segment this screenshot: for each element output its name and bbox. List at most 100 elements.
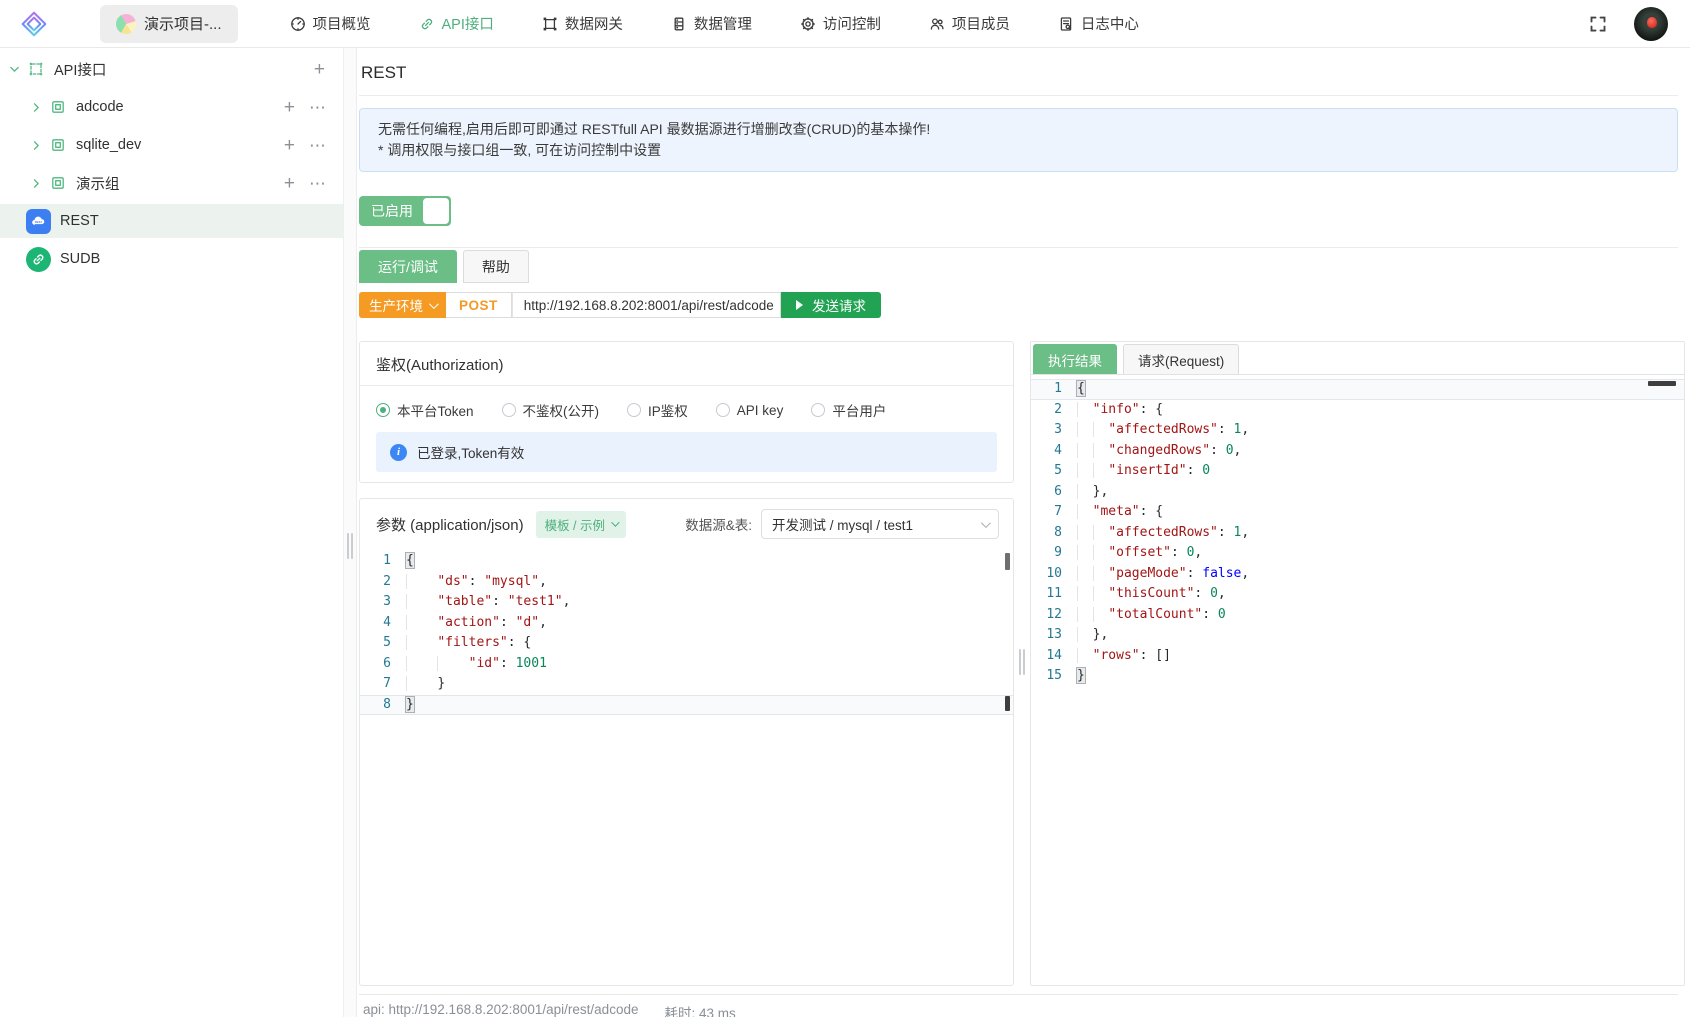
- auth-radio-不鉴权(公开)[interactable]: 不鉴权(公开): [501, 400, 599, 420]
- line-number: 3: [383, 594, 391, 609]
- sidebar-group-sqlite_dev[interactable]: sqlite_dev + ⋯: [0, 128, 343, 162]
- sidebar-group-演示组[interactable]: 演示组 + ⋯: [0, 166, 343, 200]
- request-bar: 生产环境 POST http://192.168.8.202:8001/api/…: [359, 292, 881, 318]
- sidebar-item-api-root[interactable]: API接口 +: [0, 52, 343, 86]
- code-line[interactable]: 10 "pageMode": false,: [1031, 564, 1684, 585]
- sidebar-group-label: 演示组: [76, 176, 120, 193]
- line-number: 1: [1054, 381, 1062, 396]
- page-title: REST: [359, 48, 1678, 96]
- info-icon: i: [390, 443, 407, 461]
- editor-scrollbar-thumb[interactable]: [1648, 381, 1676, 386]
- code-line[interactable]: 8 "affectedRows": 1,: [1031, 523, 1684, 544]
- chevron-down-icon: [428, 298, 439, 309]
- nav-item-项目成员[interactable]: 项目成员: [905, 0, 1034, 48]
- add-icon[interactable]: +: [280, 136, 299, 155]
- add-icon[interactable]: +: [280, 174, 299, 193]
- code-line[interactable]: 7 }: [360, 674, 1013, 695]
- enabled-toggle[interactable]: 已启用: [359, 196, 451, 226]
- code-line[interactable]: 3 "table": "test1",: [360, 592, 1013, 613]
- request-body-editor[interactable]: 1{2 "ds": "mysql", 3 "table": "test1", 4 "…: [360, 551, 1013, 715]
- code-line[interactable]: 6 "id": 1001: [360, 654, 1013, 675]
- more-icon[interactable]: ⋯: [307, 175, 329, 192]
- environment-select-button[interactable]: 生产环境: [359, 292, 446, 318]
- chevron-right-icon: [30, 139, 43, 152]
- auth-radio-本平台Token[interactable]: 本平台Token: [376, 400, 474, 420]
- result-tab-请求(Request)[interactable]: 请求(Request): [1123, 344, 1240, 374]
- members-icon: [929, 16, 945, 32]
- nav-item-日志中心[interactable]: 日志中心: [1034, 0, 1163, 48]
- code-line[interactable]: 15}: [1031, 666, 1684, 687]
- line-number: 2: [1054, 401, 1062, 417]
- radio-icon: [501, 403, 516, 417]
- add-icon[interactable]: +: [310, 60, 329, 79]
- template-example-label: 模板 / 示例: [544, 518, 605, 533]
- auth-radio-label: API key: [736, 402, 784, 418]
- add-icon[interactable]: +: [280, 98, 299, 117]
- status-elapsed: 耗时: 43 ms: [664, 1006, 736, 1017]
- datasource-select[interactable]: 开发测试 / mysql / test1: [761, 509, 999, 539]
- workspace: 鉴权(Authorization) 本平台Token 不鉴权(公开) IP鉴权 API…: [359, 341, 1685, 986]
- chevron-down-icon: [8, 63, 21, 76]
- code-line[interactable]: 4 "changedRows": 0,: [1031, 441, 1684, 462]
- code-content: "insertId": 0: [1077, 461, 1684, 482]
- project-switcher[interactable]: 演示项目-...: [100, 4, 238, 43]
- code-line[interactable]: 1{: [360, 551, 1013, 572]
- nav-item-API接口[interactable]: API接口: [395, 0, 518, 48]
- code-line[interactable]: 13 },: [1031, 625, 1684, 646]
- sidebar-api-label: SUDB: [60, 251, 101, 267]
- code-line[interactable]: 14 "rows": []: [1031, 646, 1684, 667]
- line-number: 5: [383, 635, 391, 650]
- code-line[interactable]: 8}: [360, 694, 1013, 715]
- nav-item-访问控制[interactable]: 访问控制: [776, 0, 905, 48]
- code-line[interactable]: 11 "thisCount": 0,: [1031, 584, 1684, 605]
- result-tab-执行结果[interactable]: 执行结果: [1033, 344, 1117, 374]
- code-line[interactable]: 2 "info": {: [1031, 400, 1684, 421]
- more-icon[interactable]: ⋯: [307, 99, 329, 116]
- nav-item-label: 日志中心: [1080, 17, 1139, 33]
- code-line[interactable]: 1{: [1031, 379, 1684, 400]
- auth-radio-IP鉴权[interactable]: IP鉴权: [627, 400, 688, 420]
- sidebar-api-REST[interactable]: REST REST: [0, 204, 343, 238]
- line-number: 6: [383, 655, 391, 671]
- fullscreen-icon[interactable]: [1588, 14, 1608, 34]
- nav-item-项目概览[interactable]: 项目概览: [266, 0, 395, 48]
- code-line[interactable]: 6 },: [1031, 482, 1684, 503]
- sidebar-group-label: adcode: [76, 99, 124, 115]
- auth-radio-平台用户[interactable]: 平台用户: [811, 400, 886, 420]
- brand-diamond-icon[interactable]: [16, 6, 52, 42]
- code-line[interactable]: 4 "action": "d",: [360, 613, 1013, 634]
- template-example-button[interactable]: 模板 / 示例: [535, 510, 626, 538]
- columns-splitter-grip[interactable]: [1018, 649, 1026, 675]
- section-divider: [359, 247, 1678, 248]
- code-line[interactable]: 7 "meta": {: [1031, 502, 1684, 523]
- code-content: }: [405, 695, 415, 713]
- code-line[interactable]: 5 "filters": {: [360, 633, 1013, 654]
- code-line[interactable]: 3 "affectedRows": 1,: [1031, 420, 1684, 441]
- tab-运行/调试[interactable]: 运行/调试: [359, 250, 457, 283]
- sidebar-splitter-grip[interactable]: [346, 533, 354, 559]
- request-url-input[interactable]: http://192.168.8.202:8001/api/rest/adcod…: [511, 292, 781, 318]
- sidebar-group-adcode[interactable]: adcode + ⋯: [0, 90, 343, 124]
- sidebar-splitter[interactable]: [343, 48, 357, 1017]
- send-request-button[interactable]: 发送请求: [781, 292, 881, 318]
- sidebar-item-label: API接口: [54, 62, 107, 79]
- more-icon[interactable]: ⋯: [307, 137, 329, 154]
- tab-帮助[interactable]: 帮助: [462, 250, 529, 283]
- code-line[interactable]: 9 "offset": 0,: [1031, 543, 1684, 564]
- user-avatar[interactable]: [1634, 6, 1668, 41]
- code-line[interactable]: 2 "ds": "mysql",: [360, 572, 1013, 593]
- radio-icon: [376, 403, 390, 417]
- nav-item-数据管理[interactable]: 数据管理: [647, 0, 776, 48]
- editor-scrollbar-thumb[interactable]: [1005, 553, 1010, 570]
- result-panel: 执行结果 请求(Request) 1{2 "info": {3 "affected…: [1030, 341, 1685, 986]
- editor-scrollbar-corner[interactable]: [1005, 696, 1010, 711]
- request-column: 鉴权(Authorization) 本平台Token 不鉴权(公开) IP鉴权 API…: [359, 341, 1014, 986]
- response-editor[interactable]: 1{2 "info": {3 "affectedRows": 1, 4 "chan…: [1031, 379, 1684, 687]
- chevron-down-icon: [611, 518, 620, 527]
- code-line[interactable]: 5 "insertId": 0: [1031, 461, 1684, 482]
- auth-radio-API key[interactable]: API key: [715, 402, 784, 418]
- line-number: 10: [1046, 565, 1062, 581]
- code-line[interactable]: 12 "totalCount": 0: [1031, 605, 1684, 626]
- sidebar-api-SUDB[interactable]: SUDB: [0, 242, 343, 276]
- nav-item-数据网关[interactable]: 数据网关: [518, 0, 647, 48]
